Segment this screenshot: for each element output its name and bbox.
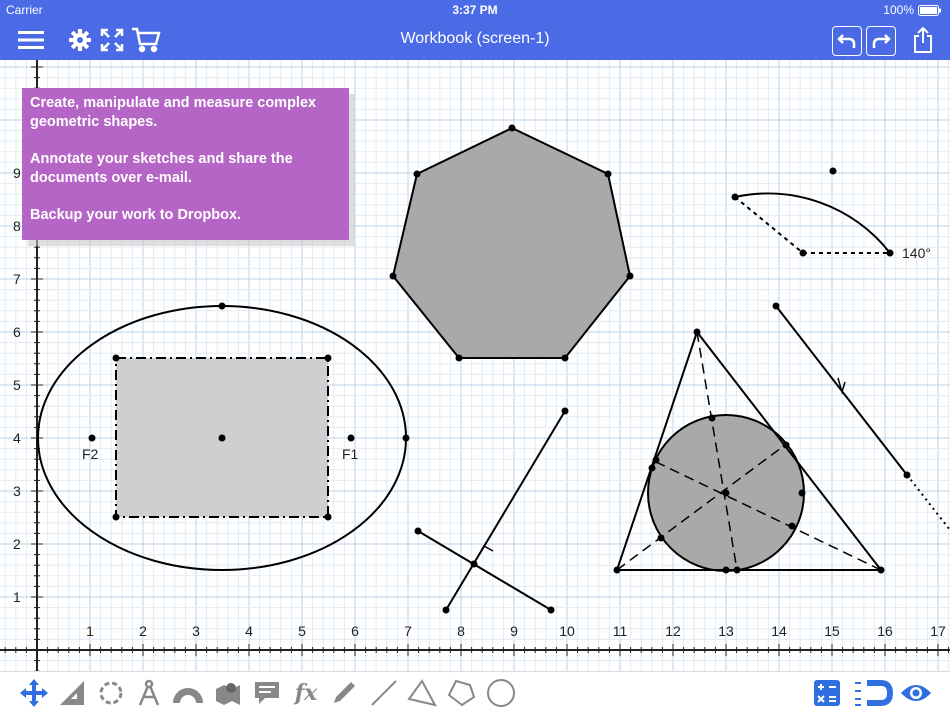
circle-tool-icon[interactable] [485,677,517,709]
y-tick-label: 8 [13,218,21,234]
undo-icon[interactable] [832,26,862,56]
x-tick-label: 12 [665,623,681,639]
perpendicular-segment[interactable] [417,530,552,611]
map-icon[interactable] [212,677,244,709]
y-tick-label: 6 [13,324,21,340]
info-line-3: Backup your work to Dropbox. [30,207,242,223]
calculator-icon[interactable] [811,677,843,709]
pencil-icon[interactable] [328,677,360,709]
x-tick-label: 4 [245,623,253,639]
magnet-icon[interactable] [853,677,893,709]
focus-label-f1: F1 [342,446,359,462]
x-tick-label: 5 [298,623,306,639]
nav-bar: Workbook (screen-1) [0,20,950,60]
triangle-tool-icon[interactable] [406,677,438,709]
x-tick-label: 13 [718,623,734,639]
battery-percent: 100% [883,3,914,17]
x-tick-label: 1 [86,623,94,639]
info-line-1: Create, manipulate and measure complex g… [30,95,317,130]
status-time: 3:37 PM [452,3,498,17]
line-tool-icon[interactable] [368,677,400,709]
x-tick-label: 14 [771,623,787,639]
move-icon[interactable] [18,677,50,709]
y-tick-label: 4 [13,430,21,446]
y-tick-label: 5 [13,377,21,393]
y-tick-label: 3 [13,483,21,499]
protractor-icon[interactable] [172,677,204,709]
angle-measure-label: 140° [902,245,931,261]
x-tick-label: 6 [351,623,359,639]
info-box: Create, manipulate and measure complex g… [22,88,349,240]
y-tick-label: 1 [13,589,21,605]
x-tick-label: 15 [824,623,840,639]
y-tick-label: 2 [13,536,21,552]
x-tick-label: 11 [613,623,628,639]
page-title: Workbook (screen-1) [400,30,550,47]
ruler-triangle-icon[interactable] [56,677,88,709]
redo-icon[interactable] [866,26,896,56]
x-tick-label: 10 [559,623,575,639]
comment-icon[interactable] [251,677,283,709]
x-tick-label: 8 [457,623,465,639]
y-tick-label: 7 [13,271,21,287]
battery-status: 100% [883,3,942,17]
rotate-icon[interactable] [95,677,127,709]
x-tick-label: 9 [510,623,518,639]
eye-icon[interactable] [900,677,932,709]
drawing-canvas[interactable]: 1 2 3 4 5 6 7 8 9 10 11 12 13 14 15 16 17 1 2 3 4 5 6 7 8 9 [0,60,950,671]
x-tick-label: 7 [404,623,412,639]
tool-bar: fx [0,671,950,713]
ray-extension [906,474,950,531]
compass-icon[interactable] [133,677,165,709]
right-angle-mark [478,544,494,556]
info-line-2: Annotate your sketches and share the doc… [30,151,293,186]
x-tick-label: 3 [192,623,200,639]
x-tick-label: 17 [930,623,946,639]
focus-label-f2: F2 [82,446,99,462]
y-tick-label: 9 [13,165,21,181]
function-icon[interactable]: fx [290,677,322,709]
x-tick-label: 16 [877,623,893,639]
polygon-tool-icon[interactable] [445,677,477,709]
battery-icon [918,4,941,16]
segment[interactable] [445,410,566,611]
share-icon[interactable] [908,26,938,54]
status-bar: Carrier 3:37 PM 100% [0,0,950,20]
x-tick-label: 2 [139,623,147,639]
